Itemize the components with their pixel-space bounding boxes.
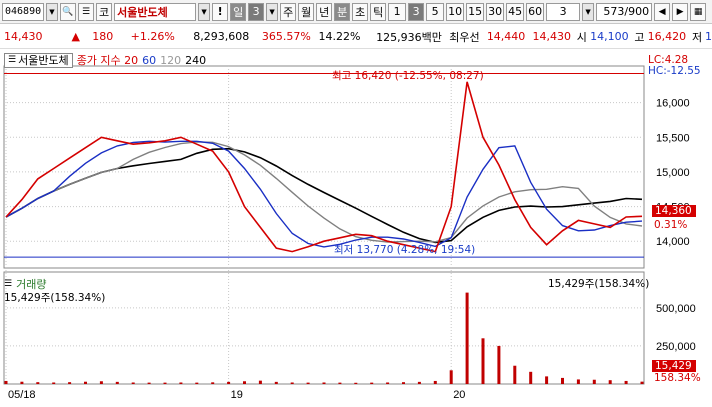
volume-bar [163,382,167,384]
volume-bar [624,380,628,384]
price-tick-label: 14,000 [656,236,690,248]
legend-ma240[interactable]: 240 [185,54,206,67]
volume-bar [147,382,151,384]
volume-bar [115,381,119,384]
ma240-line [5,147,643,244]
volume-bar [545,376,549,384]
volume-bar [529,371,533,384]
volume-bar [465,292,469,384]
volume-bar [243,381,246,384]
price-tag: 14,360 [652,205,696,217]
volume-bar [497,345,501,384]
volume-pct-tag: 158.34% [654,372,701,384]
price-tick-label: 15,500 [656,132,690,144]
high-annotation: 최고 16,420 (-12.55%, 08:27) [332,70,484,82]
volume-bar [274,381,278,384]
volume-bar [306,382,310,384]
volume-bar [370,382,374,384]
legend-ma120[interactable]: 120 [160,54,181,67]
date-tick-label: 05/18 [8,389,36,401]
volume-bar [20,381,24,384]
volume-bar [640,381,644,384]
volume-bar [211,382,215,384]
legend-stock-name[interactable]: ☰ 서울반도체 [4,52,73,68]
volume-bar [258,380,262,384]
volume-bar [561,377,564,384]
volume-bar [354,382,358,384]
volume-bar [402,382,405,384]
volume-bar [417,381,421,384]
volume-bar [179,382,183,384]
volume-bar [195,382,199,384]
list-icon: ☰ [8,55,17,65]
date-tick-label: 19 [231,389,243,401]
list-icon: ☰ [4,279,13,289]
volume-bar [386,382,390,384]
volume-bar [36,382,40,384]
volume-bar [433,380,437,384]
volume-bar [576,379,580,384]
volume-tag: 15,429 [652,360,696,372]
volume-bar [68,382,72,384]
date-tick-label: 20 [453,389,465,401]
pct-tag: 0.31% [654,219,688,231]
volume-bar [131,382,135,384]
hc-label: HC:-12.55 [648,65,701,77]
volume-bar [52,382,56,384]
volume-bar [322,382,326,384]
legend-ma20[interactable]: 종가 지수 20 [77,52,138,68]
volume-bar [290,382,294,384]
price-tick-label: 16,000 [656,98,690,110]
volume-bar [338,382,342,384]
volume-bar [608,380,612,384]
low-annotation: 최저 13,770 (4.28%, 19:54) [334,244,476,256]
volume-bar [481,338,485,384]
volume-value-label: 15,429주(158.34%) [4,292,106,304]
volume-value-right: 15,429주(158.34%) [548,278,650,290]
volume-tick-label: 250,000 [656,341,696,353]
legend-ma60[interactable]: 60 [142,54,156,67]
volume-bar [99,381,103,384]
volume-bar [592,379,596,384]
volume-bar [227,381,231,384]
volume-tick-label: 500,000 [656,303,696,315]
price-tick-label: 15,000 [656,167,690,179]
volume-bar [449,370,453,384]
ma60-line [5,140,643,248]
volume-bar [513,365,517,384]
volume-bar [4,380,8,384]
volume-bar [84,381,87,384]
price-line [5,81,643,253]
price-panel-frame [3,65,645,269]
chart-legend: ☰ 서울반도체 종가 지수 20 60 120 240 [4,52,206,68]
